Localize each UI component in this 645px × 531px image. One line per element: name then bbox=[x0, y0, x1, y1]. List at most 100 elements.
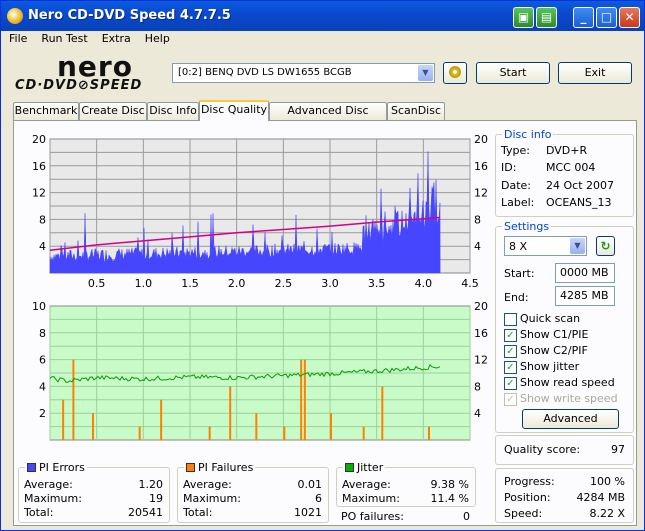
pif-total-label: Total: bbox=[183, 506, 213, 519]
exit-button[interactable]: Exit bbox=[558, 62, 632, 84]
pi-failure-bar bbox=[92, 413, 94, 440]
toolbar-copy-icon[interactable]: ▣ bbox=[513, 7, 534, 28]
pi-errors-title-wrap: PI Errors bbox=[25, 461, 87, 474]
po-failures-label: PO failures: bbox=[341, 510, 404, 523]
pif-total-value: 1021 bbox=[294, 506, 322, 519]
pi-failures-title-wrap: PI Failures bbox=[184, 461, 256, 474]
end-label: End: bbox=[504, 291, 529, 304]
pi-failure-bar bbox=[300, 359, 303, 440]
pi-failures-title: PI Failures bbox=[198, 461, 254, 474]
plot-1-y-left-tick-label: 8 bbox=[39, 213, 46, 226]
pi-failure-bar bbox=[428, 426, 430, 440]
pi-failure-bar bbox=[283, 426, 286, 440]
cd-stack-icon bbox=[449, 66, 461, 78]
plot-2-y-right-tick-label: 16 bbox=[474, 327, 488, 340]
end-input[interactable]: 4285 MB bbox=[555, 286, 615, 306]
plot-1-x-tick-label: 4.5 bbox=[461, 277, 479, 290]
label-value: OCEANS_13 bbox=[546, 196, 612, 209]
minimize-button[interactable]: _ bbox=[573, 7, 594, 28]
pie-total-label: Total: bbox=[24, 506, 54, 519]
start-button[interactable]: Start bbox=[476, 62, 550, 84]
disc-info-title: Disc info bbox=[502, 128, 554, 141]
tab-disc-info[interactable]: Disc Info bbox=[147, 102, 199, 120]
pi-failure-bar bbox=[381, 386, 384, 440]
close-button[interactable]: ✕ bbox=[619, 7, 640, 28]
jitter-legend-swatch bbox=[345, 463, 354, 472]
pie-average-value: 1.20 bbox=[138, 478, 164, 491]
disc-info-group: Disc info Type: DVD+R ID: MCC 004 Date: … bbox=[495, 128, 634, 217]
tab-benchmark[interactable]: Benchmark bbox=[13, 102, 79, 120]
progress-value: 100 % bbox=[590, 475, 625, 488]
menu-help[interactable]: Help bbox=[137, 31, 176, 45]
chevron-down-icon[interactable]: ▼ bbox=[418, 65, 433, 81]
pi-failure-bar bbox=[72, 359, 75, 440]
show-c2-label: Show C2/PIF bbox=[520, 344, 588, 357]
tab-advanced-disc-quality[interactable]: Advanced Disc Quality bbox=[269, 102, 387, 133]
show-read-speed-checkbox[interactable]: ✓ bbox=[504, 377, 517, 390]
settings-group: Settings 8 X ▼ ↻ Start: 0000 MB End: 428… bbox=[495, 220, 634, 433]
label-label: Label: bbox=[501, 196, 535, 209]
pi-errors-legend-swatch bbox=[27, 463, 36, 472]
tab-create-disc[interactable]: Create Disc bbox=[79, 102, 147, 120]
plot-1-x-tick-label: 1.5 bbox=[181, 277, 199, 290]
position-value: 4284 MB bbox=[576, 491, 625, 504]
plot-2-y-right-tick-label: 8 bbox=[474, 380, 481, 393]
refresh-speeds-button[interactable]: ↻ bbox=[596, 236, 615, 256]
jitter-average-label: Average: bbox=[342, 478, 391, 491]
pif-average-value: 0.01 bbox=[297, 478, 323, 491]
pi-failure-bar bbox=[330, 413, 332, 440]
plot-1-x-tick-label: 0.5 bbox=[88, 277, 106, 290]
quality-score-value: 97 bbox=[611, 443, 625, 456]
drive-info-button[interactable] bbox=[443, 62, 467, 84]
drive-select[interactable]: [0:2] BENQ DVD LS DW1655 BCGB ▼ bbox=[172, 63, 435, 83]
pi-failure-bar bbox=[208, 426, 211, 440]
pi-failures-group: PI Failures Average: 0.01 Maximum: 6 Tot… bbox=[177, 461, 329, 523]
quick-scan-checkbox[interactable] bbox=[504, 313, 517, 326]
show-read-speed-label: Show read speed bbox=[520, 376, 615, 389]
menu-file[interactable]: File bbox=[1, 31, 33, 45]
drive-select-value: [0:2] BENQ DVD LS DW1655 BCGB bbox=[178, 67, 352, 78]
jitter-maximum-label: Maximum: bbox=[342, 492, 400, 505]
jitter-maximum-value: 11.4 % bbox=[430, 492, 469, 505]
speed-select-value: 8 X bbox=[509, 240, 528, 253]
tab-disc-quality[interactable]: Disc Quality bbox=[199, 100, 269, 121]
show-write-speed-checkbox: ✓ bbox=[504, 393, 517, 406]
plot-2-y-left-tick-label: 6 bbox=[39, 354, 46, 367]
tab-scandisc[interactable]: ScanDisc bbox=[387, 102, 445, 120]
plot-1-x-tick-label: 3.5 bbox=[368, 277, 386, 290]
menu-extra[interactable]: Extra bbox=[94, 31, 137, 45]
id-label: ID: bbox=[501, 161, 517, 174]
type-value: DVD+R bbox=[546, 144, 588, 157]
pi-failure-bar bbox=[62, 399, 65, 440]
refresh-icon: ↻ bbox=[600, 239, 611, 253]
show-c1-label: Show C1/PIE bbox=[520, 328, 589, 341]
title-bar[interactable]: Nero CD-DVD Speed 4.7.7.5 ▣ ▤ _ □ ✕ bbox=[1, 1, 644, 31]
jitter-title-wrap: Jitter bbox=[343, 461, 386, 474]
speed-select[interactable]: 8 X ▼ bbox=[504, 236, 587, 256]
pi-errors-group: PI Errors Average: 1.20 Maximum: 19 Tota… bbox=[18, 461, 170, 523]
progress-group: Progress: 100 % Position: 4284 MB Speed:… bbox=[495, 468, 634, 523]
start-input[interactable]: 0000 MB bbox=[555, 263, 615, 283]
charts-area: 0.5 1.0 1.5 2.0 2.5 3.0 3.5 4.0 4.5 20 16 12 8 4 20 16 1… bbox=[17, 126, 492, 444]
show-jitter-checkbox[interactable]: ✓ bbox=[504, 361, 517, 374]
maximize-button[interactable]: □ bbox=[596, 7, 617, 28]
jitter-average-value: 9.38 % bbox=[430, 478, 469, 491]
plot-1-x-tick-label: 1.0 bbox=[135, 277, 153, 290]
pif-maximum-label: Maximum: bbox=[183, 492, 241, 505]
plot-1-x-tick-label: 3.0 bbox=[321, 277, 339, 290]
advanced-button[interactable]: Advanced bbox=[522, 409, 619, 429]
pi-errors-title: PI Errors bbox=[39, 461, 85, 474]
menu-run-test[interactable]: Run Test bbox=[33, 31, 93, 45]
pi-failure-bar bbox=[255, 413, 258, 440]
show-jitter-label: Show jitter bbox=[520, 360, 580, 373]
plot-1-y-left-tick-label: 12 bbox=[32, 187, 46, 200]
speed-label: Speed: bbox=[504, 507, 543, 520]
toolbar-save-icon[interactable]: ▤ bbox=[536, 7, 557, 28]
pi-failures-legend-swatch bbox=[186, 463, 195, 472]
plot-1-y-left-tick-label: 20 bbox=[32, 133, 46, 146]
chevron-down-icon[interactable]: ▼ bbox=[570, 238, 585, 254]
show-c2-checkbox[interactable]: ✓ bbox=[504, 345, 517, 358]
show-c1-checkbox[interactable]: ✓ bbox=[504, 329, 517, 342]
plot-2-y-right-tick-label: 12 bbox=[474, 354, 488, 367]
plot-2-y-left-tick-label: 8 bbox=[39, 327, 46, 340]
